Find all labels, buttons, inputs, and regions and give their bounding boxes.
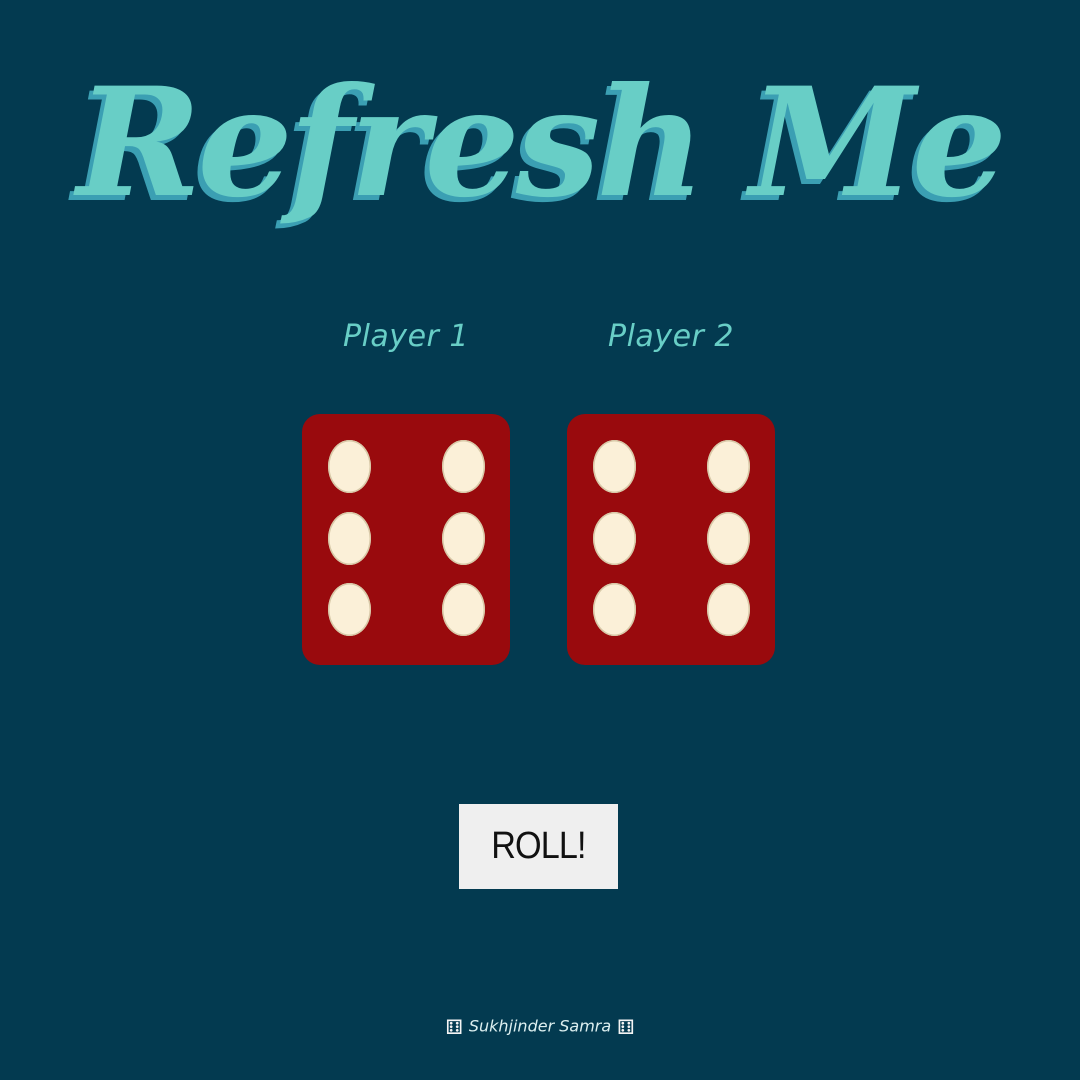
- page-title: Refresh Me: [76, 55, 1007, 231]
- die-pip: [707, 512, 750, 565]
- player-1-die: [302, 414, 510, 665]
- die-pip: [328, 512, 371, 565]
- die-pip: [593, 512, 636, 565]
- die-pip: [707, 440, 750, 493]
- footer: ⚅ Sukhjinder Samra ⚅: [0, 1012, 1080, 1041]
- die-pip: [442, 440, 485, 493]
- footer-author: Sukhjinder Samra: [468, 1016, 612, 1036]
- roll-button-label: ROLL!: [491, 825, 586, 867]
- dice-icon: ⚅: [445, 1014, 463, 1039]
- die-pip: [442, 583, 485, 636]
- player-1-label: Player 1: [343, 319, 469, 354]
- roll-button[interactable]: ROLL!: [459, 804, 618, 889]
- die-pip: [593, 583, 636, 636]
- die-pip: [328, 583, 371, 636]
- dice-icon: ⚅: [617, 1014, 635, 1039]
- player-2-die: [567, 414, 775, 665]
- die-pip: [328, 440, 371, 493]
- die-pip: [707, 583, 750, 636]
- player-2-label: Player 2: [608, 319, 734, 354]
- die-pip: [593, 440, 636, 493]
- die-pip: [442, 512, 485, 565]
